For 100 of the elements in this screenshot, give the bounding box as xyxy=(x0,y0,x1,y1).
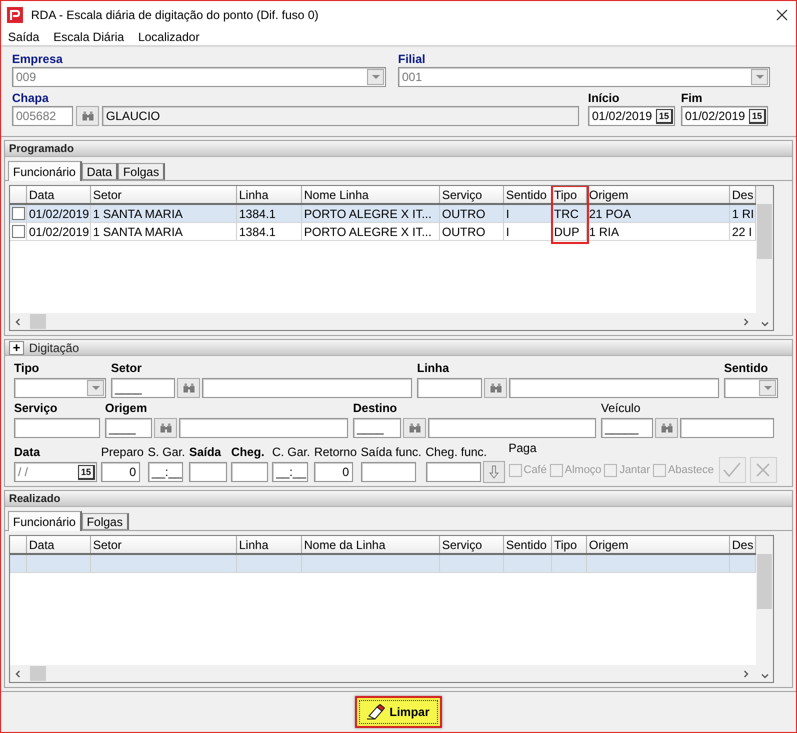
field-label: Chapa xyxy=(12,91,50,105)
expand-button[interactable]: + xyxy=(9,340,24,354)
column-header[interactable]: Sentido xyxy=(504,186,552,203)
date-field[interactable]: 01/02/2019 15 xyxy=(681,106,768,126)
input-field[interactable] xyxy=(189,462,228,482)
row-checkbox[interactable] xyxy=(12,225,24,238)
input-field[interactable] xyxy=(360,462,416,482)
clear-button[interactable]: Limpar xyxy=(355,696,442,728)
scroll-down-icon[interactable] xyxy=(760,320,768,328)
field-label: Início xyxy=(588,91,620,105)
column-header[interactable]: Origem xyxy=(587,536,730,553)
input-field[interactable] xyxy=(428,418,596,438)
field-label: Sentido xyxy=(724,361,769,376)
field-label: Origem xyxy=(105,401,148,416)
scroll-left-icon[interactable] xyxy=(14,318,22,326)
input-field[interactable] xyxy=(680,418,774,438)
scrollbar-thumb[interactable] xyxy=(757,204,772,259)
horizontal-scrollbar[interactable] xyxy=(10,665,756,682)
calendar-button[interactable]: 15 xyxy=(749,108,766,124)
input-field[interactable]: ____ xyxy=(353,418,401,438)
scroll-right-icon[interactable] xyxy=(742,318,750,326)
input-field[interactable]: ____ xyxy=(105,418,152,438)
column-header[interactable]: Tipo xyxy=(552,536,587,553)
dropdown-button[interactable] xyxy=(87,380,104,396)
column-header[interactable]: Linha xyxy=(237,536,302,553)
caret-icon xyxy=(764,386,772,390)
table-cell: OUTRO xyxy=(440,223,504,240)
tab[interactable]: Funcionário xyxy=(8,511,82,531)
close-icon[interactable] xyxy=(776,9,788,21)
search-button[interactable] xyxy=(655,418,678,438)
input-field[interactable] xyxy=(179,418,348,438)
input-field[interactable] xyxy=(231,462,268,482)
dropdown-button[interactable] xyxy=(759,380,776,396)
calendar-button[interactable]: 15 xyxy=(656,108,673,124)
scrollbar-thumb[interactable] xyxy=(30,314,46,329)
scroll-right-icon[interactable] xyxy=(742,670,750,678)
search-button[interactable] xyxy=(403,418,426,438)
row-checkbox[interactable] xyxy=(12,207,24,220)
column-header[interactable]: Sentido xyxy=(504,536,552,553)
arrow-button[interactable] xyxy=(482,461,504,483)
tab[interactable]: Folgas xyxy=(82,513,129,530)
menu-item[interactable]: Escala Diária xyxy=(53,30,124,44)
column-header[interactable]: Setor xyxy=(91,536,237,553)
horizontal-scrollbar[interactable] xyxy=(10,313,756,330)
column-header[interactable]: Tipo xyxy=(552,186,587,203)
search-button[interactable] xyxy=(484,378,507,398)
menu-item[interactable]: Saída xyxy=(8,30,40,44)
scroll-down-icon[interactable] xyxy=(760,672,768,680)
field-label: Saída xyxy=(189,445,222,460)
down-arrow-icon xyxy=(488,465,498,479)
scrollbar-thumb[interactable] xyxy=(757,554,772,609)
table-cell: I xyxy=(504,223,552,240)
tab[interactable]: Data xyxy=(82,163,118,180)
date-field[interactable]: 01/02/2019 15 xyxy=(588,106,675,126)
column-header[interactable]: Setor xyxy=(91,186,237,203)
eraser-icon xyxy=(367,704,386,720)
column-header[interactable]: Nome da Linha xyxy=(302,536,440,553)
column-header[interactable]: Linha xyxy=(237,186,302,203)
dropdown-field[interactable] xyxy=(724,378,778,398)
menu-item[interactable]: Localizador xyxy=(138,30,200,44)
input-field[interactable]: __:__ xyxy=(272,462,308,482)
field-label: Saída func. xyxy=(360,445,422,460)
search-button[interactable] xyxy=(177,378,200,398)
search-button[interactable] xyxy=(154,418,177,438)
dropdown-field[interactable] xyxy=(14,378,106,398)
input-field[interactable] xyxy=(202,378,412,398)
table-cell: 1384.1 xyxy=(237,223,302,240)
field-label: Empresa xyxy=(12,52,64,66)
input-field[interactable] xyxy=(509,378,719,398)
scrollbar-thumb[interactable] xyxy=(30,666,46,681)
input-field[interactable]: 0 xyxy=(101,462,140,482)
tab[interactable]: Funcionário xyxy=(8,161,82,181)
scroll-left-icon[interactable] xyxy=(14,670,22,678)
input-field[interactable] xyxy=(426,462,480,482)
field-label: Cheg. xyxy=(231,445,266,460)
vertical-scrollbar[interactable] xyxy=(756,536,773,682)
binoculars-icon xyxy=(82,111,94,121)
input-field[interactable] xyxy=(417,378,482,398)
column-header[interactable]: Data xyxy=(27,186,91,203)
column-header[interactable]: Nome Linha xyxy=(302,186,440,203)
caret-icon xyxy=(756,75,764,79)
column-header[interactable]: Data xyxy=(27,536,91,553)
checkmark-icon xyxy=(723,462,742,478)
vertical-scrollbar[interactable] xyxy=(756,186,773,330)
table-row[interactable]: 01/02/2019 1 SANTA MARIA 1384.1 PORTO ALEGRE X IT... OUTRO I DUP 1 RIA 22 I xyxy=(10,223,756,241)
column-header[interactable]: Serviço xyxy=(440,186,504,203)
input-field[interactable]: __:__ xyxy=(148,462,183,482)
field-label: Tipo xyxy=(14,361,40,376)
column-header[interactable]: Origem xyxy=(587,186,730,203)
field-label: Veículo xyxy=(601,401,642,416)
close-icon xyxy=(756,463,770,477)
input-field[interactable]: ____ xyxy=(111,378,175,398)
input-field[interactable]: _____ xyxy=(601,418,653,438)
caret-icon xyxy=(372,75,380,79)
input-field[interactable]: 0 xyxy=(314,462,354,482)
column-header[interactable]: Serviço xyxy=(440,536,504,553)
table-row[interactable]: 01/02/2019 1 SANTA MARIA 1384.1 PORTO ALEGRE X IT... OUTRO I TRC 21 POA 1 RI xyxy=(10,205,756,223)
search-button[interactable] xyxy=(76,106,99,126)
tab[interactable]: Folgas xyxy=(118,163,166,180)
input-field[interactable] xyxy=(14,418,100,438)
